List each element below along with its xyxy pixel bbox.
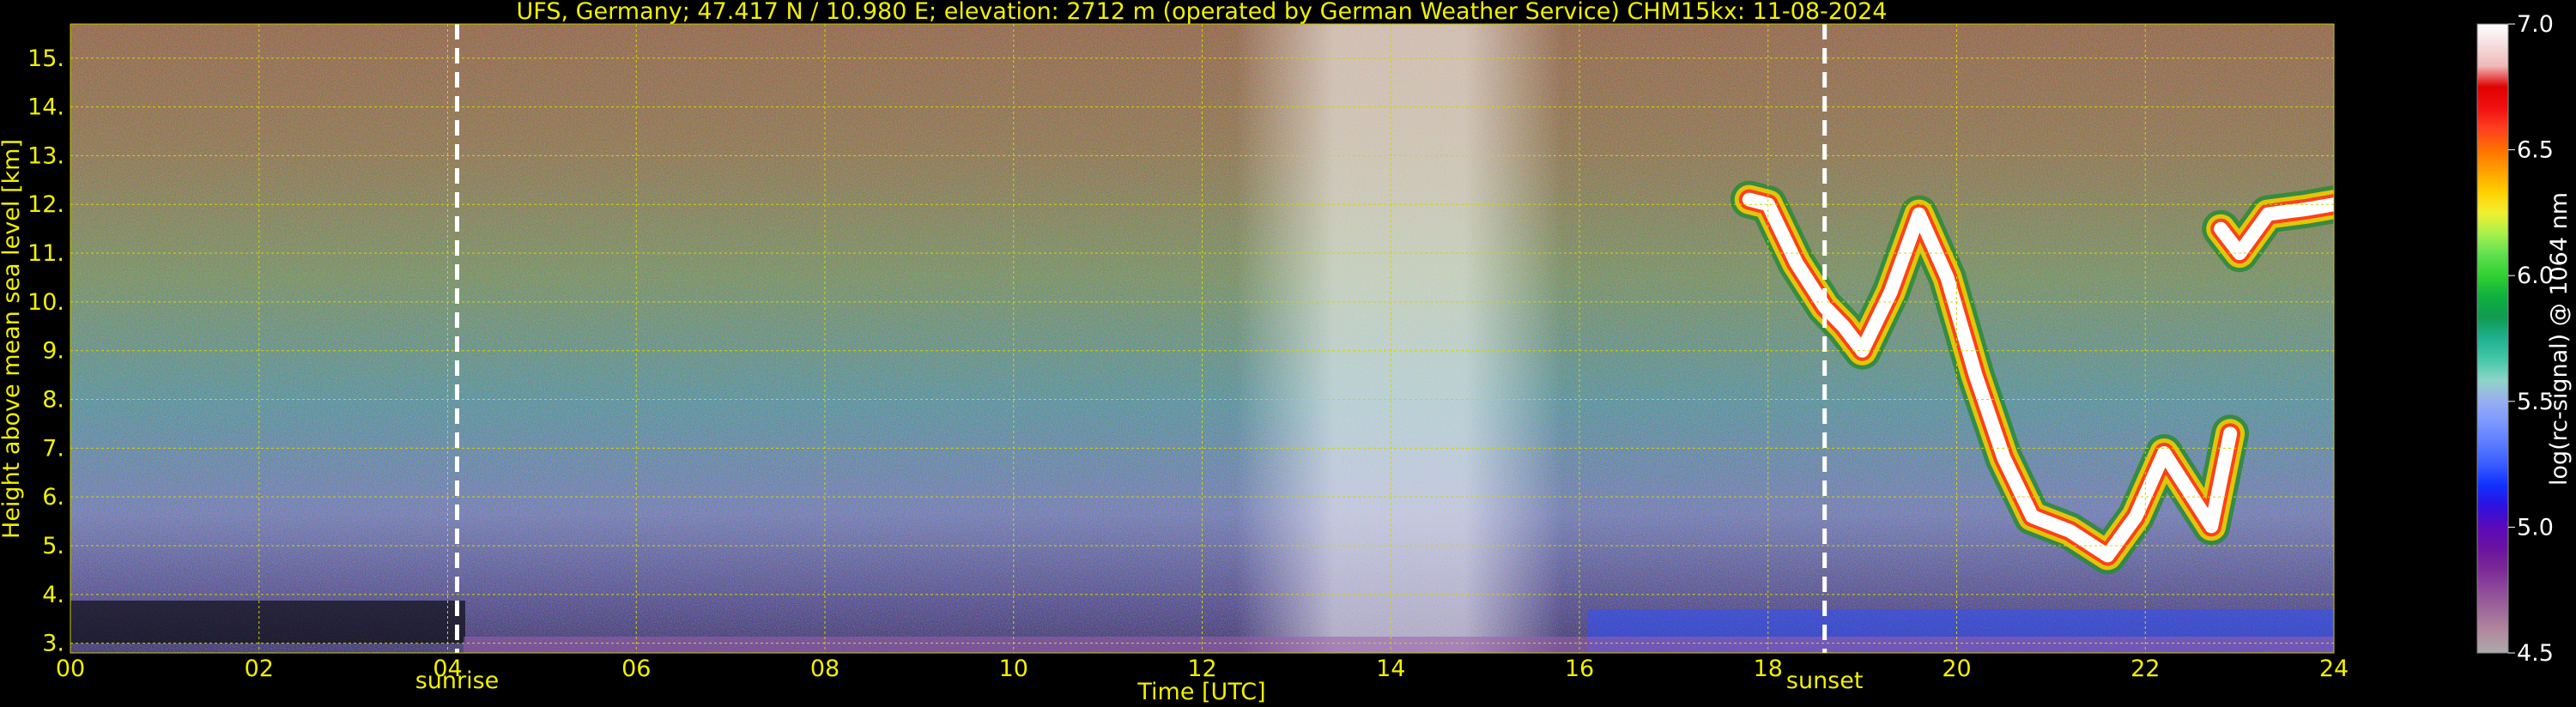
- y-tick-label: 15.: [27, 45, 64, 72]
- x-tick-label: 02: [245, 656, 274, 682]
- colorbar-tick-label: 4.5: [2517, 640, 2554, 667]
- y-tick-label: 12.: [27, 191, 64, 218]
- colorbar-tick-label: 6.0: [2517, 263, 2554, 289]
- y-tick-label: 6.: [42, 484, 64, 511]
- colorbar-tick-label: 5.5: [2517, 389, 2554, 415]
- chart-title: UFS, Germany; 47.417 N / 10.980 E; eleva…: [517, 0, 1888, 25]
- colorbar-label: log(rc-signal) @ 1064 nm: [2546, 192, 2573, 486]
- x-tick-label: 20: [1942, 656, 1971, 682]
- x-tick-label: 10: [999, 656, 1028, 682]
- event-label-sunrise: sunrise: [415, 668, 500, 694]
- x-tick-label: 16: [1565, 656, 1594, 682]
- y-tick-label: 10.: [27, 289, 64, 316]
- y-tick-label: 14.: [27, 94, 64, 121]
- colorbar-tick-label: 5.0: [2517, 514, 2554, 541]
- y-tick-label: 4.: [42, 582, 64, 608]
- x-tick-label: 08: [810, 656, 839, 682]
- colorbar: log(rc-signal) @ 1064 nm 4.5 5.0 5.5 6.0 6.5…: [2476, 11, 2573, 667]
- event-label-sunset: sunset: [1786, 668, 1864, 694]
- surface-layer: [464, 637, 2334, 653]
- x-tick-label: 14: [1376, 656, 1405, 682]
- colorbar-bar: [2477, 24, 2508, 653]
- y-tick-label: 11.: [27, 240, 64, 267]
- y-tick-labels: 3. 4. 5. 6. 7. 8. 9. 10. 11. 12. 13. 14. 15.: [27, 45, 64, 657]
- midday-noise-band: [1236, 24, 1562, 653]
- y-tick-label: 9.: [42, 338, 64, 365]
- night-dark-layer: [70, 601, 465, 644]
- colorbar-tick-label: 6.5: [2517, 137, 2554, 164]
- y-tick-label: 7.: [42, 435, 64, 462]
- x-tick-label: 00: [56, 656, 85, 682]
- y-tick-label: 13.: [27, 142, 64, 169]
- x-tick-label: 22: [2131, 656, 2160, 682]
- x-tick-label: 24: [2319, 656, 2349, 682]
- plot-area: [70, 24, 2334, 653]
- ceilometer-chart: 00 02 04 06 08 10 12 14 16 18 20 22 24 3.4.5.6.7.8.9…: [0, 0, 2573, 705]
- y-tick-label: 8.: [42, 387, 64, 414]
- x-tick-label: 06: [621, 656, 651, 682]
- x-tick-label: 18: [1754, 656, 1783, 682]
- x-axis-label: Time [UTC]: [1136, 679, 1265, 705]
- colorbar-tick-label: 7.0: [2517, 11, 2554, 38]
- y-axis-label: Height above mean sea level [km]: [0, 139, 25, 539]
- y-tick-label: 5.: [42, 533, 64, 559]
- y-tick-label: 3.: [42, 631, 64, 657]
